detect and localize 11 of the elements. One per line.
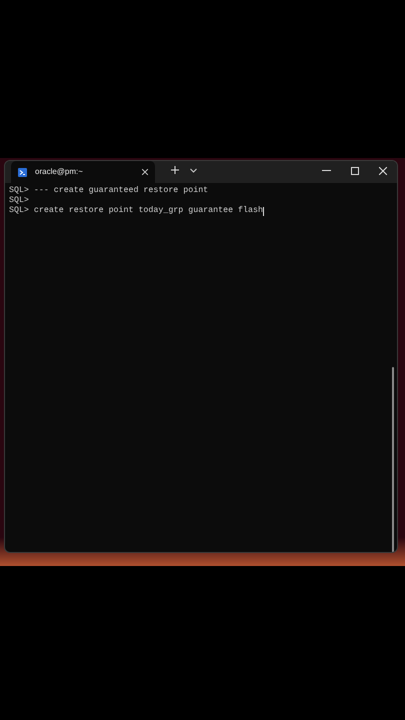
plus-icon[interactable] xyxy=(171,166,179,174)
scrollbar[interactable] xyxy=(392,367,394,552)
terminal-icon xyxy=(18,168,27,176)
close-icon[interactable] xyxy=(142,169,148,175)
chevron-down-icon[interactable] xyxy=(190,168,197,173)
maximize-icon[interactable] xyxy=(351,167,359,175)
terminal-tab[interactable]: oracle@pm:~ xyxy=(11,161,155,183)
close-icon[interactable] xyxy=(379,167,387,175)
terminal-line: SQL> create restore point today_grp guarantee flash xyxy=(9,206,263,216)
terminal-line: SQL> xyxy=(9,196,29,206)
terminal-line: SQL> --- create guaranteed restore point xyxy=(9,186,208,196)
